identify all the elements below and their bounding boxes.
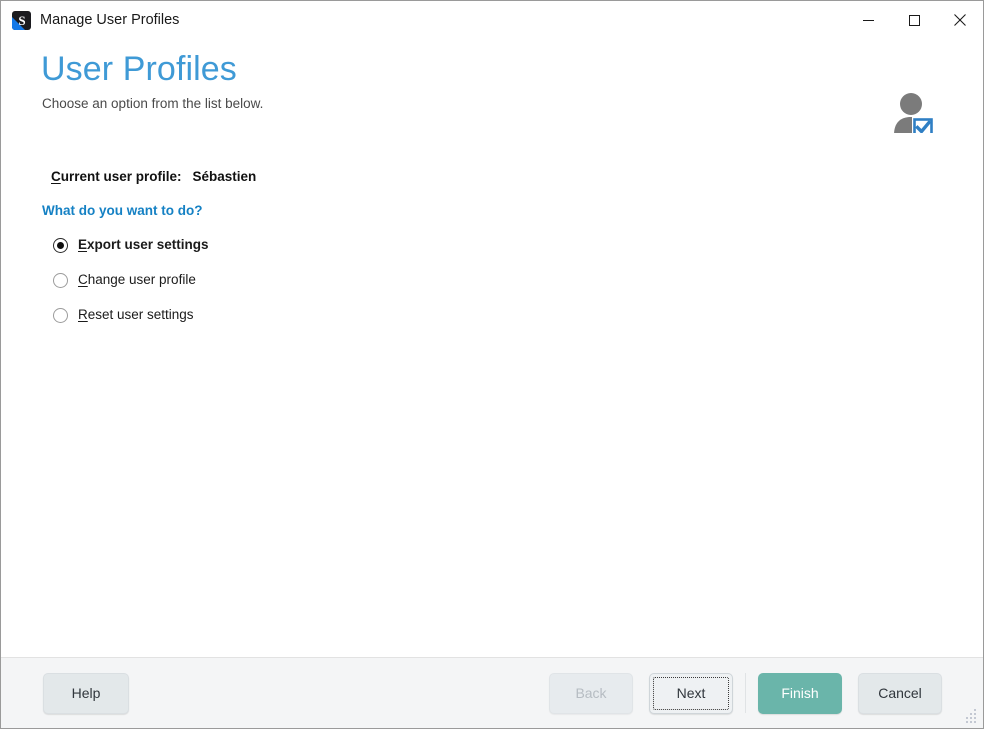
current-profile-row: Current user profile: Sébastien	[1, 167, 983, 187]
minimize-button[interactable]	[845, 1, 891, 39]
radio-mark-icon[interactable]	[53, 272, 68, 288]
close-button[interactable]	[937, 1, 983, 39]
resize-grip-icon[interactable]	[964, 709, 978, 723]
back-button[interactable]: Back	[549, 672, 633, 714]
window-controls	[845, 1, 983, 39]
cancel-button[interactable]: Cancel	[858, 672, 942, 714]
radio-label-rest: eset user settings	[87, 307, 194, 322]
next-button[interactable]: Next	[649, 672, 733, 714]
user-verified-icon	[892, 91, 936, 139]
page-subtitle: Choose an option from the list below.	[42, 96, 264, 111]
footer-button-group: Back Next Finish Cancel	[549, 672, 942, 714]
prompt-question: What do you want to do?	[42, 203, 203, 218]
radio-accelerator: E	[78, 237, 88, 252]
radio-label-rest: xport user settings	[87, 237, 209, 252]
button-separator	[745, 673, 746, 713]
help-button[interactable]: Help	[43, 672, 129, 714]
content-area: Current user profile: Sébastien What do …	[1, 133, 983, 657]
radio-mark-icon[interactable]	[53, 237, 68, 253]
title-bar-left: S Manage User Profiles	[1, 10, 180, 30]
radio-accelerator: C	[78, 272, 88, 287]
current-profile-label-rest: urrent user profile:	[60, 169, 182, 184]
footer-bar: Help Back Next Finish Cancel	[1, 657, 983, 728]
app-logo-icon: S	[12, 10, 31, 30]
radio-option-change-user-profile[interactable]: Change user profile	[53, 271, 983, 289]
options-radio-group: Export user settings Change user profile…	[1, 236, 983, 324]
page-header: User Profiles Choose an option from the …	[1, 39, 983, 138]
radio-accelerator: R	[78, 307, 88, 322]
manage-user-profiles-window: S Manage User Profiles User Profiles Cho…	[0, 0, 984, 729]
radio-option-reset-user-settings[interactable]: Reset user settings	[53, 306, 983, 324]
page-title: User Profiles	[41, 50, 237, 88]
current-profile-accelerator: C	[51, 169, 61, 184]
radio-option-label: Change user profile	[78, 271, 196, 289]
radio-option-label: Export user settings	[78, 236, 209, 254]
radio-option-export-user-settings[interactable]: Export user settings	[53, 236, 983, 254]
radio-mark-icon[interactable]	[53, 307, 68, 323]
radio-option-label: Reset user settings	[78, 306, 194, 324]
current-profile-value: Sébastien	[192, 169, 257, 184]
window-title: Manage User Profiles	[40, 12, 180, 28]
maximize-button[interactable]	[891, 1, 937, 39]
title-bar[interactable]: S Manage User Profiles	[1, 0, 983, 39]
current-profile-label: Current user profile:	[51, 167, 182, 187]
finish-button[interactable]: Finish	[758, 672, 842, 714]
radio-label-rest: hange user profile	[87, 272, 196, 287]
